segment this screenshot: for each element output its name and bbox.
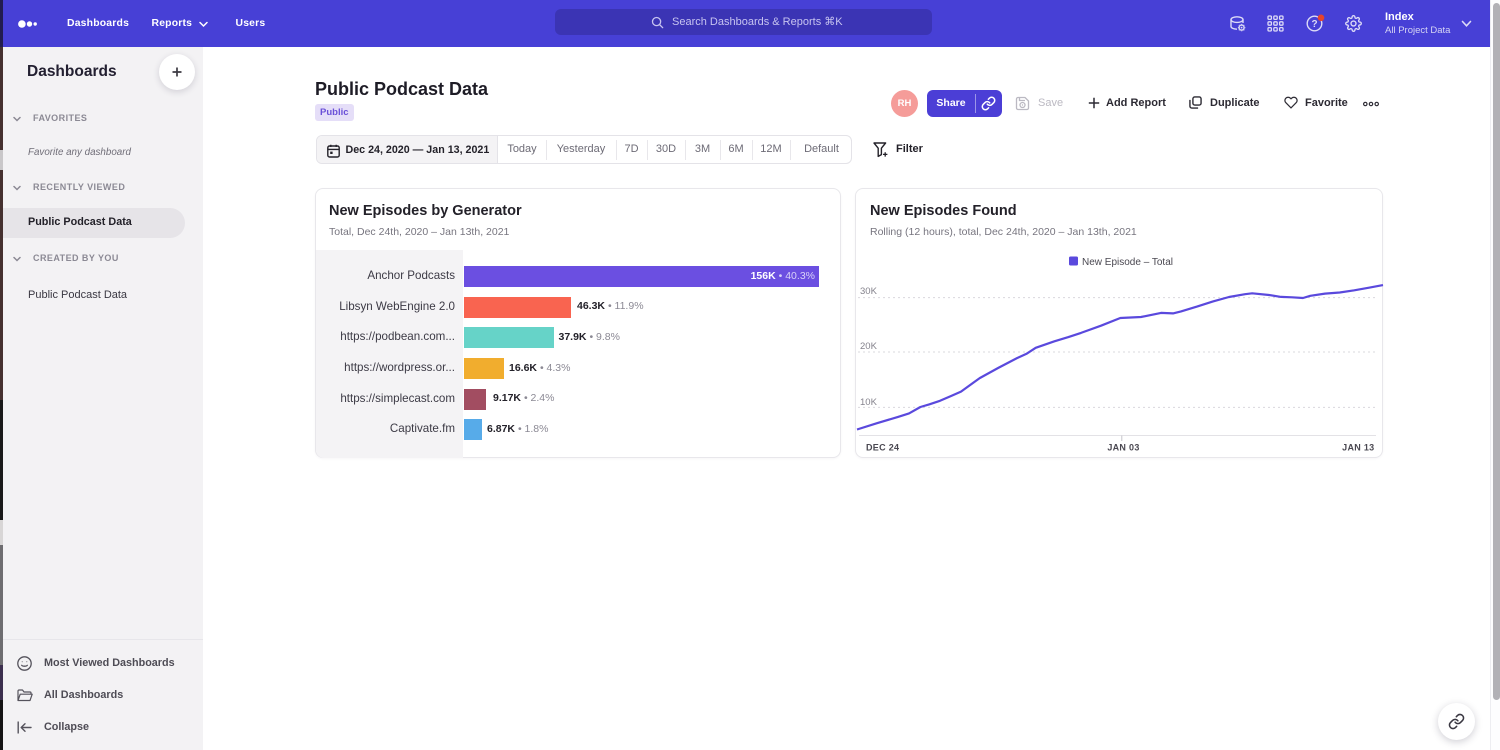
svg-text:JAN 03: JAN 03 (1107, 443, 1139, 453)
svg-text:20K: 20K (860, 341, 878, 352)
svg-text:?: ? (1311, 19, 1317, 30)
svg-text:30K: 30K (860, 286, 878, 297)
svg-text:DEC 24: DEC 24 (866, 443, 899, 453)
svg-text:JAN 13: JAN 13 (1342, 443, 1374, 453)
svg-text:10K: 10K (860, 397, 878, 408)
svg-text:New Episode – Total: New Episode – Total (1082, 257, 1173, 268)
